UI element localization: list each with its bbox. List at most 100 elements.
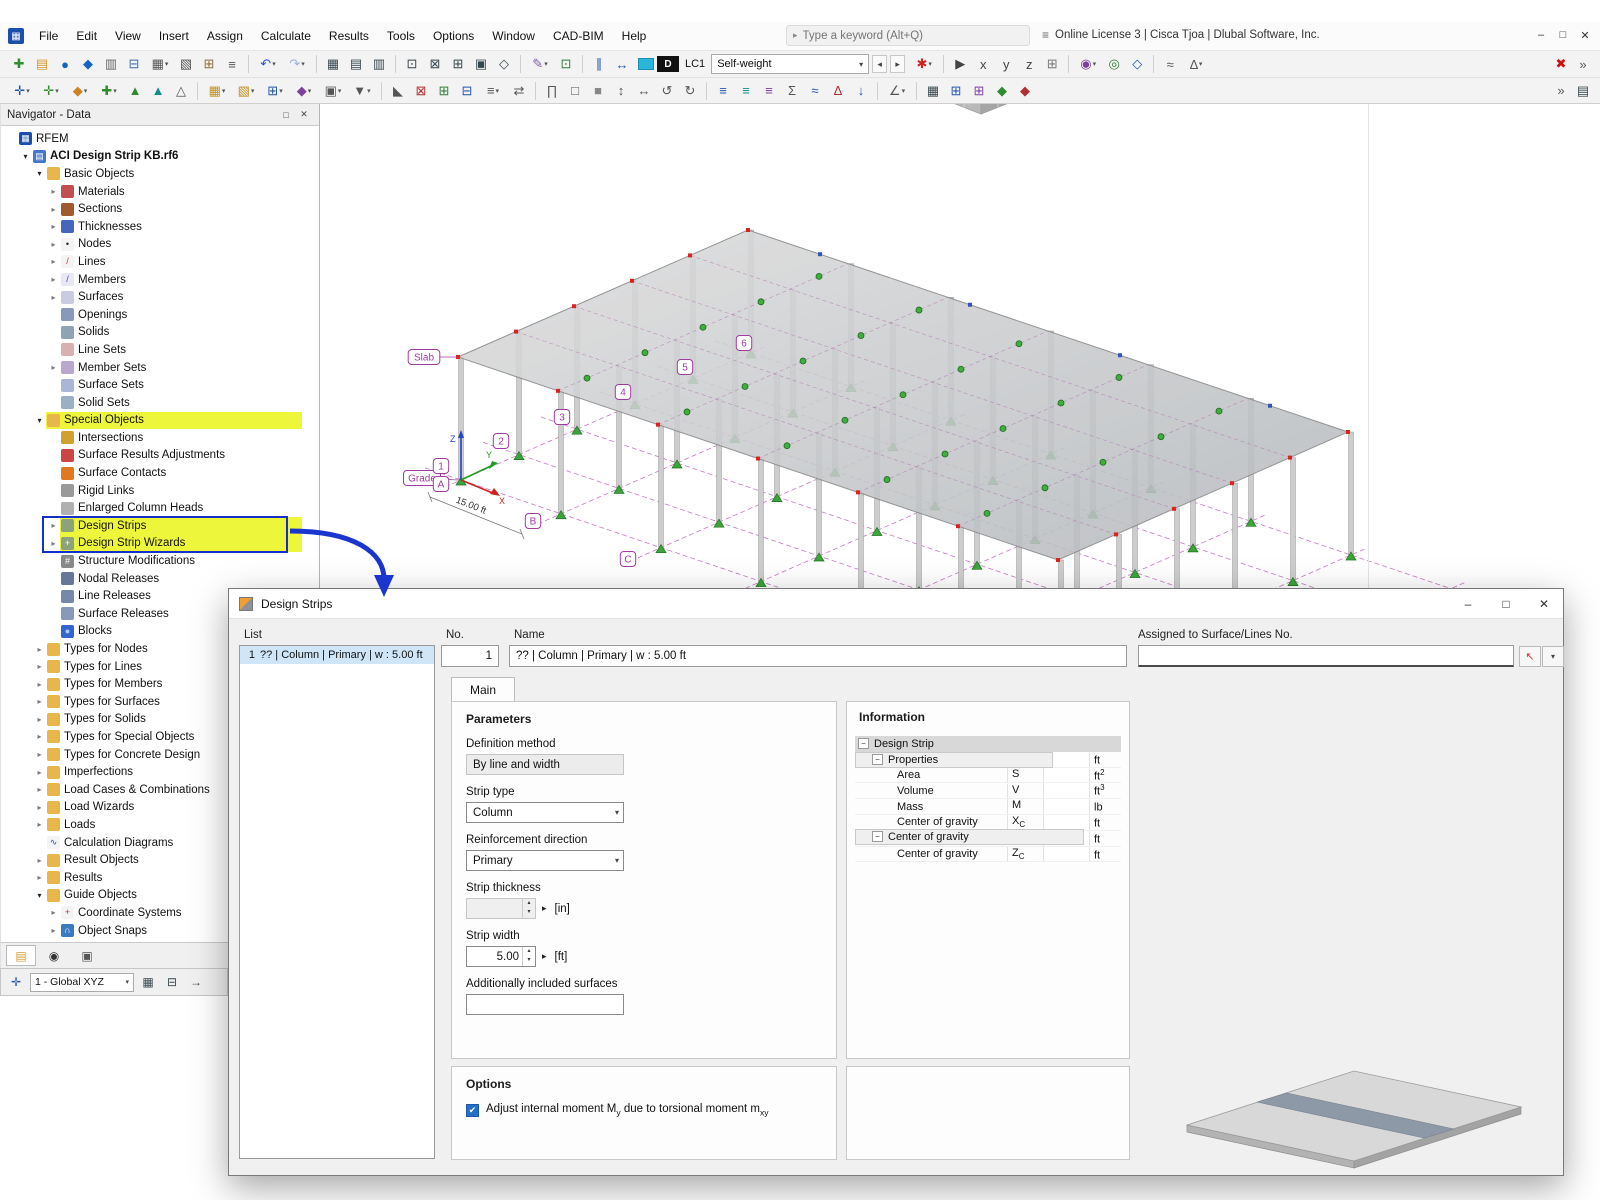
design-strip-list-item[interactable]: 1 ?? | Column | Primary | w : 5.00 ft — [240, 646, 434, 664]
spinner-input[interactable]: ▴▾ — [466, 898, 536, 919]
expander-icon[interactable]: ▸ — [33, 715, 46, 724]
menu-item[interactable]: Help — [613, 25, 656, 47]
undo-icon[interactable]: ↶ — [254, 54, 282, 74]
expander-icon[interactable]: ▸ — [47, 363, 60, 372]
expander-icon[interactable]: ▸ — [33, 662, 46, 671]
menu-item[interactable]: Calculate — [252, 25, 320, 47]
expander-icon[interactable]: ▸ — [47, 908, 60, 917]
tree-outline-icon[interactable]: △ — [170, 81, 192, 101]
rotate-cw-icon[interactable]: ↻ — [679, 81, 701, 101]
swap-icon[interactable]: ⇄ — [508, 81, 530, 101]
expander-icon[interactable]: ▸ — [47, 222, 60, 231]
coord-y-icon[interactable]: y — [995, 54, 1017, 74]
edit-icon[interactable]: ✎ — [526, 54, 554, 74]
tree-item[interactable]: ▦ RFEM — [3, 130, 319, 148]
corner-icon[interactable]: ◣ — [387, 81, 409, 101]
diamond-red-icon[interactable]: ◆ — [1014, 81, 1036, 101]
grid-purple-icon[interactable]: ⊞ — [968, 81, 990, 101]
dimension-icon[interactable]: ↔ — [611, 54, 633, 74]
wave-icon[interactable]: ≈ — [804, 81, 826, 101]
settings-icon[interactable]: ◆ — [77, 54, 99, 74]
toolbar-icon[interactable] — [1068, 55, 1069, 73]
guide-lines-icon[interactable]: ∥ — [588, 54, 610, 74]
close-panel-button[interactable]: ✕ — [295, 107, 313, 123]
tree-item[interactable]: ▸ Surfaces — [3, 288, 319, 306]
new-line-icon[interactable]: ✛ — [37, 81, 65, 101]
expander-icon[interactable]: ▾ — [33, 416, 46, 425]
measure-icon[interactable]: ∆ — [1182, 54, 1210, 74]
expander-icon[interactable]: ▸ — [33, 803, 46, 812]
model-preview-icon[interactable]: ▥ — [100, 54, 122, 74]
toolbar-icon[interactable] — [1153, 55, 1154, 73]
layout-table-icon[interactable]: ▦ — [322, 54, 344, 74]
expander-icon[interactable]: ▸ — [33, 680, 46, 689]
special-icon[interactable]: ◆ — [290, 81, 318, 101]
tree-item[interactable]: ▸ Design Strips — [3, 517, 319, 535]
tree-teal-icon[interactable]: ▲ — [147, 81, 169, 101]
tree-item[interactable]: ▾ Special Objects — [3, 412, 319, 430]
menu-item[interactable]: File — [30, 25, 67, 47]
hinge-icon[interactable]: ≡ — [479, 81, 507, 101]
menu-item[interactable]: Insert — [150, 25, 198, 47]
tree-item[interactable]: Enlarged Column Heads — [3, 499, 319, 517]
menu-item[interactable]: Results — [320, 25, 378, 47]
expander-icon[interactable]: ▸ — [47, 521, 60, 530]
partial-view-icon[interactable]: ◎ — [1103, 54, 1125, 74]
tree-item[interactable]: ▸ Member Sets — [3, 359, 319, 377]
tables-icon[interactable]: ≡ — [221, 54, 243, 74]
expander-icon[interactable]: ▸ — [47, 240, 60, 249]
coord-x-icon[interactable]: x — [972, 54, 994, 74]
unit-picker-icon[interactable]: ▸ — [542, 951, 547, 962]
search-input[interactable] — [803, 30, 1003, 42]
assigned-dropdown-button[interactable]: ▾ — [1542, 646, 1564, 667]
tree-item[interactable]: # Structure Modifications — [3, 552, 319, 570]
tab-views-navigator[interactable]: ▣ — [72, 945, 102, 966]
plate-icon[interactable]: □ — [564, 81, 586, 101]
support-icon[interactable]: ⊟ — [456, 81, 478, 101]
coordinate-system-combo[interactable]: 1 - Global XYZ ▾ — [30, 973, 134, 992]
expander-icon[interactable]: ▸ — [47, 187, 60, 196]
tree-green-icon[interactable]: ▲ — [124, 81, 146, 101]
frame-icon[interactable]: ∏ — [541, 81, 563, 101]
render-mode-icon[interactable] — [638, 58, 654, 70]
view-solid-icon[interactable]: ▣ — [470, 54, 492, 74]
snap-grid-icon[interactable]: ⊞ — [1041, 54, 1063, 74]
diamond-green-icon[interactable]: ◆ — [991, 81, 1013, 101]
list-purple-icon[interactable]: ≡ — [758, 81, 780, 101]
next-load-case-button[interactable]: ▸ — [890, 55, 905, 73]
menu-item[interactable]: Options — [424, 25, 483, 47]
expander-icon[interactable]: ▸ — [33, 697, 46, 706]
expander-icon[interactable]: ▾ — [33, 891, 46, 900]
tree-item[interactable]: ▸ Sections — [3, 200, 319, 218]
dialog-window-button[interactable]: □ — [1487, 589, 1525, 618]
spinner-buttons[interactable]: ▴▾ — [522, 947, 535, 966]
new-node-icon[interactable]: ✛ — [8, 81, 36, 101]
tree-item[interactable]: Line Sets — [3, 341, 319, 359]
expander-icon[interactable]: ▸ — [47, 257, 60, 266]
section-icon[interactable]: ▣ — [319, 81, 347, 101]
visibility-icon[interactable]: ◉ — [1074, 54, 1102, 74]
expander-icon[interactable]: ▸ — [47, 539, 60, 548]
open-model-icon[interactable]: ▤ — [31, 54, 53, 74]
tree-item[interactable]: ▸ + Design Strip Wizards — [3, 535, 319, 553]
clipping-icon[interactable]: ◇ — [1126, 54, 1148, 74]
expander-icon[interactable]: ▸ — [47, 275, 60, 284]
tree-item[interactable]: ▸ Thicknesses — [3, 218, 319, 236]
grid-blue-icon[interactable]: ⊞ — [945, 81, 967, 101]
expander-icon[interactable]: ▸ — [47, 205, 60, 214]
expander-icon[interactable]: ▸ — [33, 785, 46, 794]
tree-item[interactable]: ▸ • Nodes — [3, 236, 319, 254]
expander-icon[interactable]: ▸ — [33, 856, 46, 865]
search-box[interactable]: ▸ — [786, 25, 1030, 46]
menu-item[interactable]: Edit — [67, 25, 106, 47]
select-pointer-icon[interactable]: ▶ — [949, 54, 971, 74]
checkbox-checked[interactable]: ✔ — [466, 1104, 479, 1117]
move-h-icon[interactable]: ↔ — [633, 81, 655, 101]
window-button[interactable]: – — [1530, 24, 1552, 46]
dialog-title-bar[interactable]: Design Strips –□✕ — [229, 589, 1563, 619]
tree-item[interactable]: Solid Sets — [3, 394, 319, 412]
insert-icon[interactable]: ▼ — [348, 81, 376, 101]
coord-z-icon[interactable]: z — [1018, 54, 1040, 74]
generate-icon[interactable]: ⊡ — [555, 54, 577, 74]
toolbar-icon[interactable] — [248, 55, 249, 73]
